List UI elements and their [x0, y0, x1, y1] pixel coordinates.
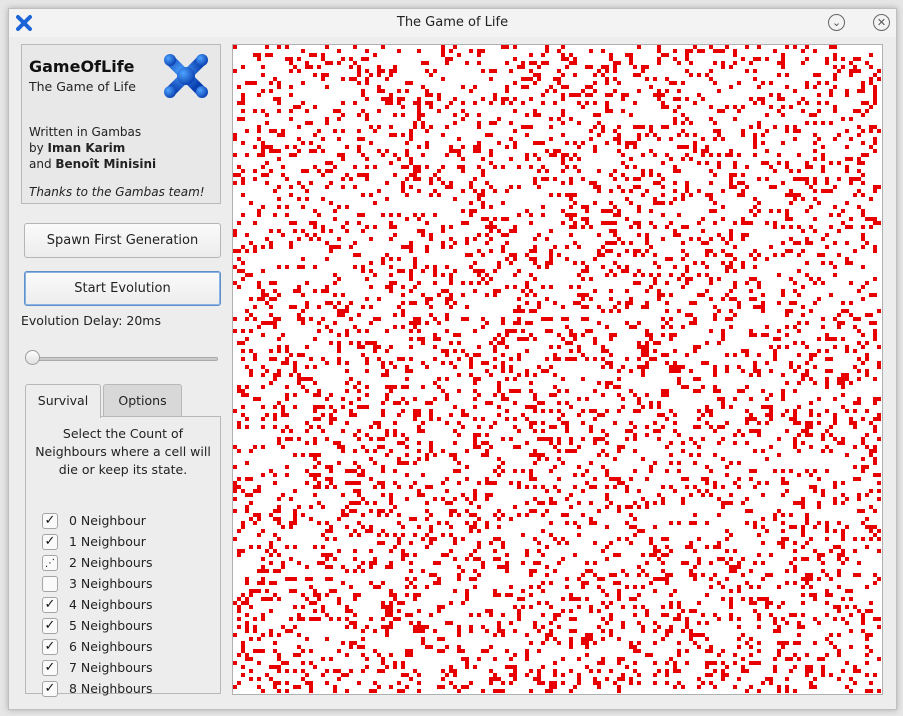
checkbox-label: 7 Neighbours — [69, 660, 153, 675]
checkbox-label: 8 Neighbours — [69, 681, 153, 696]
checkbox[interactable]: ⋰ — [42, 555, 58, 571]
tab-bar: Survival Options — [25, 384, 221, 418]
partial-check-icon: ⋰ — [45, 558, 55, 569]
thanks-text: Thanks to the Gambas team! — [29, 185, 205, 199]
checkbox-label: 0 Neighbour — [69, 513, 146, 528]
checkbox-label: 6 Neighbours — [69, 639, 153, 654]
minimize-button[interactable]: ⌄ — [828, 14, 845, 31]
app-subtitle: The Game of Life — [29, 79, 136, 94]
and-prefix: and — [29, 157, 56, 171]
credit-line-2: and Benoît Minisini — [29, 156, 156, 172]
check-icon: ✓ — [44, 513, 56, 528]
checkbox[interactable] — [42, 576, 58, 592]
gambas-logo-icon — [164, 54, 208, 98]
check-icon: ✓ — [44, 639, 56, 654]
tab-survival[interactable]: Survival — [25, 384, 101, 418]
checkbox-label: 2 Neighbours — [69, 555, 153, 570]
checkbox[interactable]: ✓ — [42, 513, 58, 529]
evolution-delay-slider[interactable] — [26, 357, 218, 361]
checkbox[interactable]: ✓ — [42, 660, 58, 676]
survival-panel: Select the Count of Neighbours where a c… — [25, 416, 221, 697]
live-cells — [233, 45, 881, 693]
about-panel: GameOfLife The Game of Life Written in G… — [21, 44, 221, 204]
cell-grid — [233, 45, 881, 693]
tab-options[interactable]: Options — [103, 384, 182, 416]
chevron-down-icon: ⌄ — [831, 16, 842, 29]
close-icon: ✕ — [876, 16, 887, 29]
author-1: Iman Karim — [47, 141, 126, 155]
checkbox[interactable]: ✓ — [42, 681, 58, 697]
checkbox-label: 4 Neighbours — [69, 597, 153, 612]
survival-description: Select the Count of Neighbours where a c… — [35, 426, 211, 477]
checkbox-label: 5 Neighbours — [69, 618, 153, 633]
check-icon: ✓ — [44, 660, 56, 675]
credit-line-1: by Iman Karim — [29, 140, 156, 156]
author-2: Benoît Minisini — [55, 157, 157, 171]
checkbox[interactable]: ✓ — [42, 639, 58, 655]
check-icon: ✓ — [44, 597, 56, 612]
checkbox[interactable]: ✓ — [42, 597, 58, 613]
game-board[interactable] — [232, 44, 883, 695]
slider-handle[interactable] — [25, 350, 40, 365]
app-name: GameOfLife — [29, 57, 135, 76]
window-title: The Game of Life — [396, 15, 509, 30]
check-icon: ✓ — [44, 618, 56, 633]
check-icon: ✓ — [44, 534, 56, 549]
checkbox-label: 1 Neighbour — [69, 534, 146, 549]
checkbox-label: 3 Neighbours — [69, 576, 153, 591]
credits: Written in Gambas by Iman Karim and Beno… — [29, 124, 156, 172]
close-button[interactable]: ✕ — [873, 14, 890, 31]
by-prefix: by — [29, 141, 48, 155]
written-in: Written in Gambas — [29, 125, 142, 139]
main-window: The Game of Life ⌄ ✕ GameOfLife The Game… — [8, 8, 897, 710]
spawn-first-generation-button[interactable]: Spawn First Generation — [24, 223, 221, 258]
check-icon: ✓ — [44, 681, 56, 696]
evolution-delay-label: Evolution Delay: 20ms — [21, 313, 161, 328]
start-evolution-button[interactable]: Start Evolution — [24, 271, 221, 306]
checkbox[interactable]: ✓ — [42, 534, 58, 550]
title-bar[interactable]: The Game of Life ⌄ ✕ — [9, 9, 896, 37]
checkbox[interactable]: ✓ — [42, 618, 58, 634]
